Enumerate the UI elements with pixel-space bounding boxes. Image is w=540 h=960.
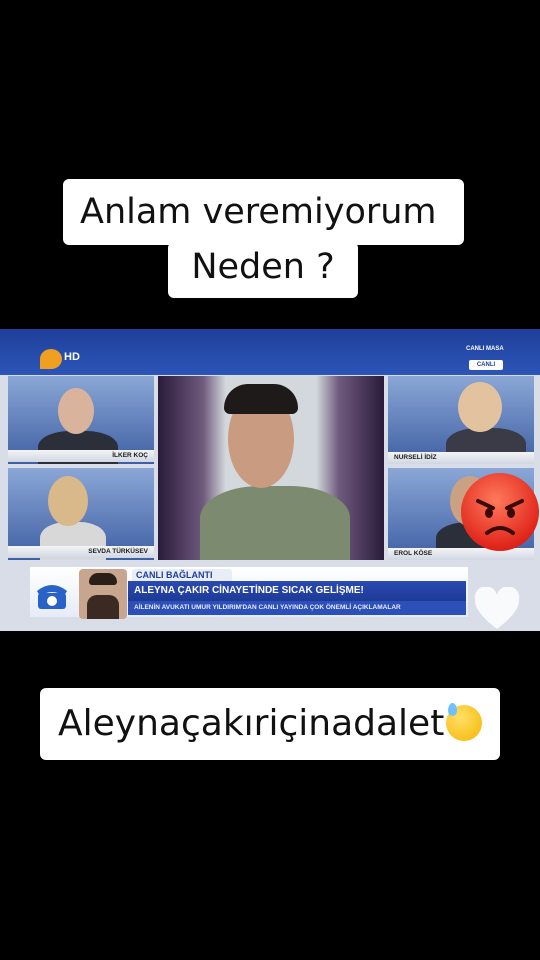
hd-badge: HD	[64, 351, 80, 363]
news-subheadline: AİLENİN AVUKATI UMUR YILDIRIM'DAN CANLI …	[128, 601, 466, 615]
live-connection-label: CANLI BAĞLANTI	[132, 569, 232, 581]
guest-panel-bottom-left: SEVDA TÜRKÜSEV	[8, 468, 154, 560]
live-badge: CANLI	[469, 360, 503, 370]
corner-label: CANLI MASA	[466, 346, 504, 352]
telephone-icon	[37, 585, 67, 609]
downcast-sweat-face-icon	[446, 703, 483, 741]
heart-icon	[474, 587, 520, 629]
angry-face-icon	[461, 473, 539, 551]
channel-logo-icon	[40, 349, 62, 369]
guest-name: İLKER KOÇ	[8, 450, 154, 462]
caption-line-2: Neden ?	[168, 242, 358, 298]
caption-hashtag: Aleynaçakıriçinadalet	[40, 688, 500, 760]
guest-name: SEVDA TÜRKÜSEV	[8, 546, 154, 558]
caption-hashtag-text: Aleynaçakıriçinadalet	[58, 703, 445, 744]
guest-panel-top-right: NURSELİ İDİZ	[388, 376, 534, 464]
guest-panel-top-left: İLKER KOÇ	[8, 376, 154, 464]
lawyer-photo	[79, 569, 127, 619]
video-call-panel	[158, 376, 384, 560]
news-headline: ALEYNA ÇAKIR CİNAYETİNDE SICAK GELİŞME!	[128, 581, 466, 601]
video-frame[interactable]: HD CANLI MASA CANLI İLKER KOÇ SEVDA TÜRK…	[0, 329, 540, 631]
broadcast-top-bar	[0, 329, 540, 375]
guest-name: NURSELİ İDİZ	[388, 452, 534, 464]
caption-line-1: Anlam veremiyorum	[63, 179, 464, 245]
